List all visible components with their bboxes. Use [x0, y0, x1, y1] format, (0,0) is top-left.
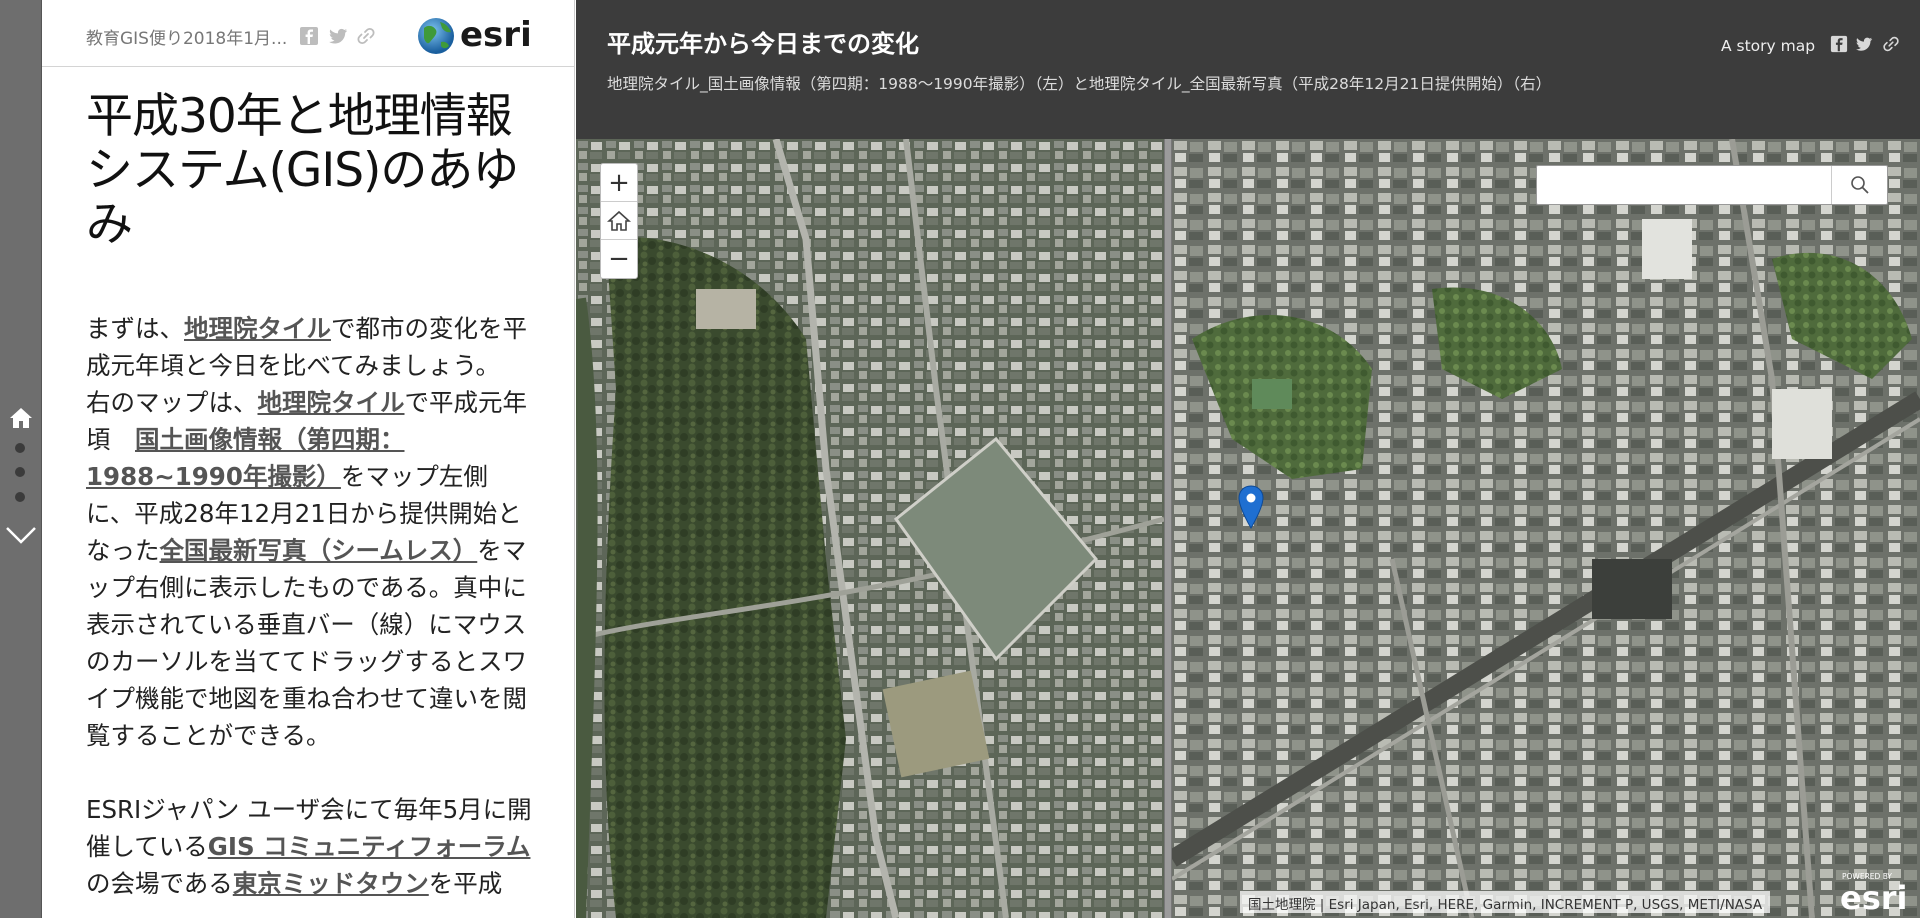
story-side-panel: 教育GIS便り2018年1月... esri 平成30年と地理情報システム(GI… [42, 0, 575, 918]
home-icon[interactable] [8, 405, 34, 431]
paragraph-map-description: 右のマップは、地理院タイルで平成元年頃 国土画像情報（第四期：1988~1990… [86, 384, 536, 754]
text-segment: の会場である [86, 869, 233, 898]
text-segment: まずは、 [86, 314, 184, 343]
text-segment: 右のマップは、 [86, 388, 258, 417]
home-button[interactable] [601, 202, 637, 240]
svg-text:esri: esri [1840, 879, 1908, 913]
map-subtitle: 地理院タイル_国土画像情報（第四期：1988～1990年撮影）（左）と地理院タイ… [607, 75, 1552, 93]
section-dot-2[interactable] [15, 467, 25, 477]
esri-logo[interactable]: esri [416, 12, 534, 56]
link-tokyo-midtown[interactable]: 東京ミッドタウン [233, 869, 429, 898]
map-marker-icon[interactable] [1238, 485, 1264, 529]
link-gsi-tiles-2[interactable]: 地理院タイル [258, 388, 405, 417]
svg-text:esri: esri [460, 15, 532, 55]
paragraph-intro: まずは、地理院タイルで都市の変化を平成元年頃と今日を比べてみましょう。 [86, 310, 536, 384]
link-icon[interactable] [356, 26, 376, 46]
zoom-out-button[interactable]: − [601, 240, 637, 278]
map-attribution: 国土地理院 | Esri Japan, Esri, HERE, Garmin, … [1240, 891, 1771, 913]
text-segment: を平成 [428, 869, 503, 898]
zoom-control: + − [600, 163, 638, 279]
powered-by-esri-logo[interactable]: POWERED BY esri [1836, 865, 1912, 913]
chevron-down-icon[interactable] [5, 522, 37, 548]
map-right-aerial-latest[interactable] [1172, 139, 1920, 918]
link-latest-photo[interactable]: 全国最新写真（シームレス） [160, 536, 478, 565]
map-left-aerial-1988[interactable] [576, 139, 1164, 918]
panel-content: 平成30年と地理情報システム(GIS)のあゆみ まずは、地理院タイルで都市の変化… [86, 90, 536, 902]
home-icon [607, 210, 631, 231]
navigation-rail [0, 0, 42, 918]
search-icon [1850, 176, 1869, 194]
paragraph-forum: ESRIジャパン ユーザ会にて毎年5月に開催しているGIS コミュニティフォーラ… [86, 791, 536, 902]
section-dot-1[interactable] [15, 443, 25, 453]
twitter-icon[interactable] [1855, 35, 1873, 53]
panel-header: 教育GIS便り2018年1月... esri [42, 0, 574, 67]
zoom-in-button[interactable]: + [601, 164, 637, 202]
map-title: 平成元年から今日までの変化 [607, 30, 919, 58]
swipe-handle[interactable] [1164, 139, 1172, 918]
panel-title: 平成30年と地理情報システム(GIS)のあゆみ [86, 89, 519, 252]
link-gis-community-forum[interactable]: GIS コミュニティフォーラム [208, 832, 531, 861]
section-dot-3[interactable] [15, 492, 25, 502]
map-search [1536, 165, 1888, 205]
map-header: 平成元年から今日までの変化 地理院タイル_国土画像情報（第四期：1988～199… [576, 0, 1920, 139]
facebook-icon[interactable] [1830, 35, 1848, 53]
swipe-map[interactable]: + − 国土地理院 | Esri Japan, Esri, HERE, Garm… [576, 139, 1920, 918]
link-gsi-tiles[interactable]: 地理院タイル [184, 314, 331, 343]
search-button[interactable] [1831, 166, 1887, 204]
twitter-icon[interactable] [328, 26, 348, 46]
text-segment: をマップ右側に表示したものである。真中に表示されている垂直バー（線）にマウスのカ… [86, 536, 527, 750]
story-map-label[interactable]: A story map [1721, 37, 1815, 55]
panel-header-title: 教育GIS便り2018年1月... [86, 29, 288, 49]
facebook-icon[interactable] [299, 26, 319, 46]
search-input[interactable] [1537, 166, 1833, 204]
link-icon[interactable] [1882, 35, 1900, 53]
